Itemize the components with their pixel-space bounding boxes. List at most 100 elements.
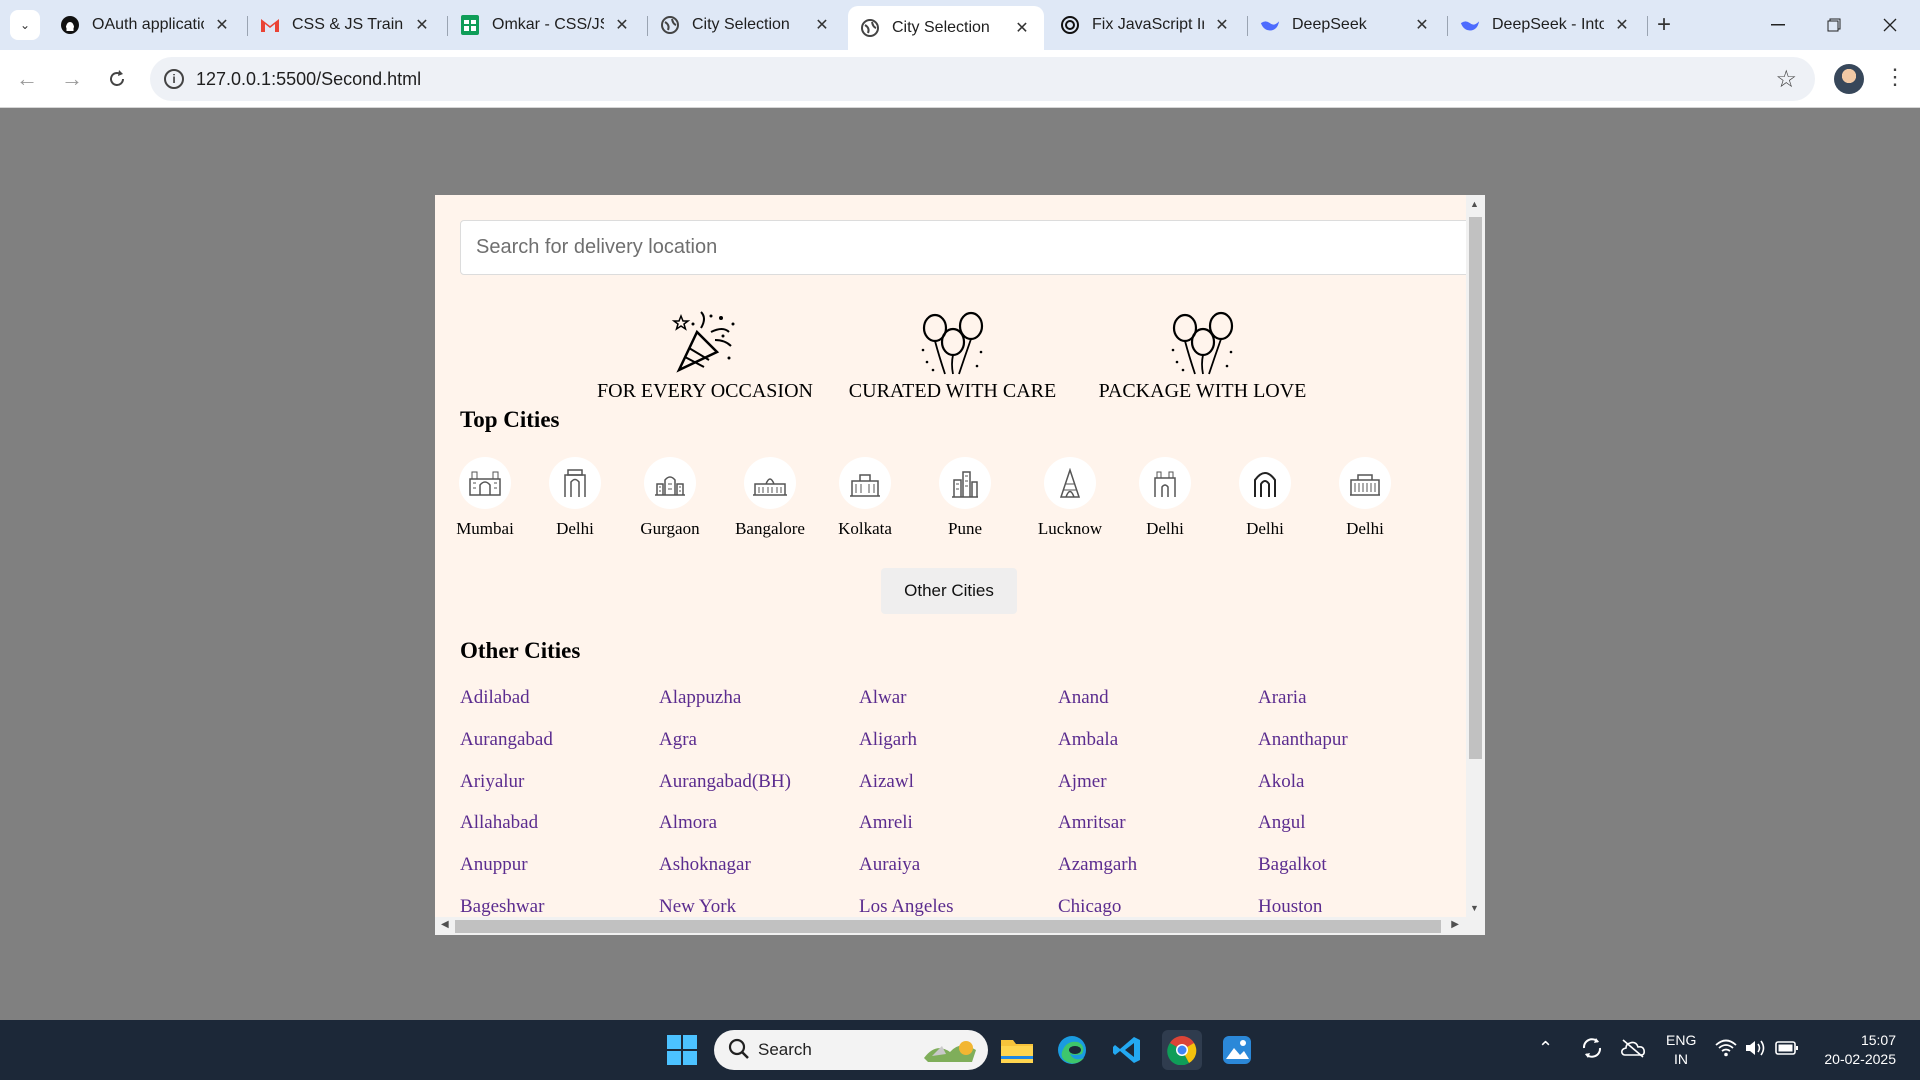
city-tile-delhi-2[interactable]: Delhi (1125, 457, 1205, 539)
show-hidden-icons-icon[interactable]: ⌃ (1538, 1038, 1553, 1059)
close-icon[interactable]: ✕ (412, 15, 432, 35)
city-link[interactable]: Anand (1058, 687, 1109, 709)
profile-avatar[interactable] (1834, 64, 1864, 94)
city-link[interactable]: Aurangabad (460, 729, 553, 751)
city-link[interactable]: Aizawl (859, 771, 914, 793)
wifi-icon[interactable] (1715, 1039, 1737, 1060)
city-link[interactable]: Adilabad (460, 687, 530, 709)
city-link[interactable]: Chicago (1058, 896, 1121, 918)
scroll-right-arrow-icon[interactable]: ▶ (1451, 919, 1459, 930)
reload-button[interactable] (100, 62, 134, 96)
back-button[interactable]: ← (10, 62, 44, 96)
city-link[interactable]: New York (659, 896, 736, 918)
other-cities-button[interactable]: Other Cities (881, 568, 1017, 614)
city-link[interactable]: Aligarh (859, 729, 917, 751)
file-explorer-icon[interactable] (997, 1030, 1037, 1070)
city-link[interactable]: Akola (1258, 771, 1304, 793)
close-icon[interactable]: ✕ (1612, 15, 1632, 35)
tab-city-selection-active[interactable]: City Selection ✕ (848, 6, 1044, 50)
close-icon[interactable]: ✕ (212, 15, 232, 35)
tab-oauth[interactable]: OAuth applicatio ✕ (48, 6, 244, 44)
close-icon[interactable]: ✕ (612, 15, 632, 35)
city-tile-kolkata[interactable]: Kolkata (825, 457, 905, 539)
scrollbar-thumb[interactable] (1469, 217, 1482, 759)
browser-menu-icon[interactable]: ⋮ (1884, 64, 1906, 90)
vscode-icon[interactable] (1107, 1030, 1147, 1070)
city-link[interactable]: Bagalkot (1258, 854, 1327, 876)
tab-city-selection[interactable]: City Selection ✕ (648, 6, 844, 44)
tab-gmail[interactable]: CSS & JS Trainin ✕ (248, 6, 444, 44)
city-link[interactable]: Ariyalur (460, 771, 524, 793)
forward-button[interactable]: → (55, 62, 89, 96)
edge-browser-icon[interactable] (1052, 1030, 1092, 1070)
clock[interactable]: 15:07 20-02-2025 (1810, 1031, 1896, 1069)
browser-toolbar: ← → i 127.0.0.1:5500/Second.html ☆ ⋮ (0, 50, 1920, 108)
city-link[interactable]: Anuppur (460, 854, 528, 876)
vertical-scrollbar[interactable]: ▲ ▼ (1466, 195, 1485, 917)
restore-button[interactable] (1806, 0, 1862, 50)
tab-deepseek-into[interactable]: DeepSeek - Into ✕ (1448, 6, 1644, 44)
onedrive-offline-icon[interactable] (1620, 1038, 1646, 1061)
city-link[interactable]: Alappuzha (659, 687, 741, 709)
city-link[interactable]: Amreli (859, 812, 913, 834)
balloons-icon (1171, 311, 1233, 375)
city-link[interactable]: Los Angeles (859, 896, 953, 918)
volume-icon[interactable] (1745, 1039, 1767, 1060)
photos-app-icon[interactable] (1217, 1030, 1257, 1070)
delivery-location-search-input[interactable] (460, 220, 1470, 275)
close-icon[interactable]: ✕ (1212, 15, 1232, 35)
language-indicator[interactable]: ENG IN (1666, 1031, 1696, 1069)
city-link[interactable]: Ashoknagar (659, 854, 751, 876)
city-tile-lucknow[interactable]: Lucknow (1020, 457, 1120, 539)
tab-fix-javascript[interactable]: Fix JavaScript In ✕ (1048, 6, 1244, 44)
city-link[interactable]: Alwar (859, 687, 906, 709)
city-link[interactable]: Ajmer (1058, 771, 1107, 793)
bookmark-star-icon[interactable]: ☆ (1775, 65, 1797, 94)
sync-icon[interactable] (1580, 1036, 1604, 1063)
city-link[interactable]: Auraiya (859, 854, 920, 876)
scroll-down-arrow-icon[interactable]: ▼ (1470, 903, 1479, 913)
city-tile-gurgaon[interactable]: Gurgaon (625, 457, 715, 539)
scroll-up-arrow-icon[interactable]: ▲ (1470, 199, 1479, 209)
city-link[interactable]: Houston (1258, 896, 1322, 918)
close-icon[interactable]: ✕ (812, 15, 832, 35)
city-link[interactable]: Almora (659, 812, 717, 834)
city-link[interactable]: Ananthapur (1258, 729, 1348, 751)
city-link[interactable]: Aurangabad(BH) (659, 771, 791, 793)
scroll-left-arrow-icon[interactable]: ◀ (441, 919, 449, 930)
city-link[interactable]: Agra (659, 729, 697, 751)
city-link[interactable]: Allahabad (460, 812, 538, 834)
tab-search-button[interactable]: ⌄ (10, 10, 40, 40)
start-button[interactable] (662, 1030, 702, 1070)
city-link[interactable]: Ambala (1058, 729, 1118, 751)
city-tile-delhi[interactable]: Delhi (535, 457, 615, 539)
minimize-button[interactable] (1750, 0, 1806, 50)
taskbar-search-box[interactable]: Search (714, 1030, 988, 1070)
tab-deepseek[interactable]: DeepSeek ✕ (1248, 6, 1444, 44)
url-text[interactable]: 127.0.0.1:5500/Second.html (196, 69, 421, 90)
city-link[interactable]: Amritsar (1058, 812, 1126, 834)
city-link[interactable]: Angul (1258, 812, 1306, 834)
feature-label: PACKAGE WITH LOVE (1098, 380, 1307, 402)
city-link[interactable]: Azamgarh (1058, 854, 1137, 876)
city-link[interactable]: Araria (1258, 687, 1307, 709)
close-window-button[interactable] (1862, 0, 1918, 50)
chrome-icon[interactable] (1162, 1030, 1202, 1070)
city-tile-delhi-3[interactable]: Delhi (1225, 457, 1305, 539)
site-info-icon[interactable]: i (164, 69, 184, 89)
close-icon[interactable]: ✕ (1012, 18, 1032, 38)
horizontal-scrollbar[interactable]: ◀ ▶ (435, 917, 1485, 935)
india-gate-icon (549, 457, 601, 509)
scrollbar-thumb[interactable] (455, 920, 1441, 933)
address-bar[interactable]: i 127.0.0.1:5500/Second.html ☆ (150, 57, 1815, 101)
city-tile-delhi-4[interactable]: Delhi (1325, 457, 1405, 539)
new-tab-button[interactable]: + (1650, 12, 1678, 40)
tab-sheets[interactable]: Omkar - CSS/JS T ✕ (448, 6, 644, 44)
city-tile-pune[interactable]: Pune (925, 457, 1005, 539)
close-icon[interactable]: ✕ (1412, 15, 1432, 35)
city-tile-bangalore[interactable]: Bangalore (725, 457, 815, 539)
battery-icon[interactable] (1775, 1040, 1799, 1059)
windows-logo-icon (667, 1035, 697, 1065)
city-tile-mumbai[interactable]: Mumbai (445, 457, 525, 539)
city-link[interactable]: Bageshwar (460, 896, 544, 918)
